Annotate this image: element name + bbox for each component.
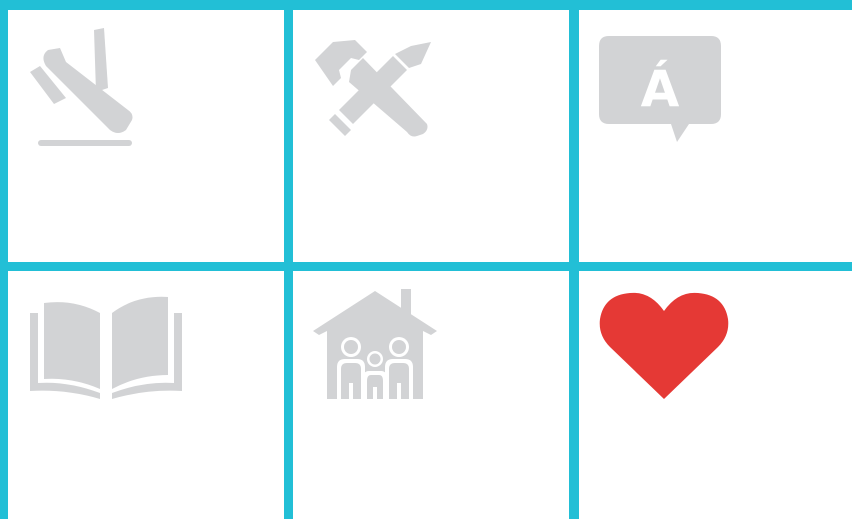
open-book-icon xyxy=(30,296,182,399)
tile-airplane-landing[interactable] xyxy=(8,10,284,262)
tile-heart[interactable] xyxy=(579,271,852,519)
accent-glyph: Á xyxy=(641,59,680,118)
family-house-icon xyxy=(313,289,437,399)
tile-hammer-and-pencil[interactable] xyxy=(293,10,569,262)
hammer-and-pencil-icon xyxy=(315,40,431,137)
airplane-landing-icon xyxy=(30,28,133,146)
speech-bubble-accent-icon: Á xyxy=(599,36,721,142)
tile-family-house[interactable] xyxy=(293,271,569,519)
tile-open-book[interactable] xyxy=(8,271,284,519)
heart-icon xyxy=(599,292,729,399)
icon-grid: Á xyxy=(0,0,852,519)
tile-speech-bubble[interactable]: Á xyxy=(579,10,852,262)
